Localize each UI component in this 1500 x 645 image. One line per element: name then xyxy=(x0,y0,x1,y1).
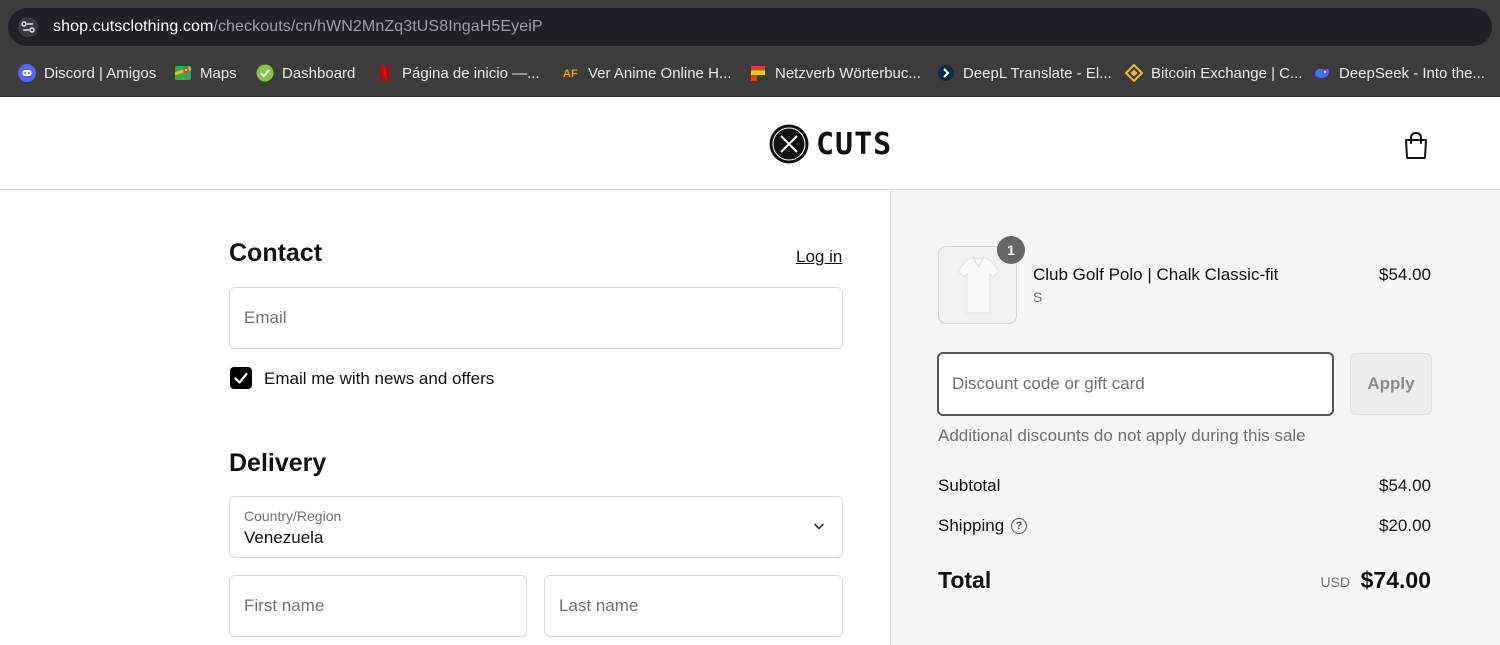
bookmark-dashboard[interactable]: Dashboard xyxy=(256,62,355,84)
quantity-badge: 1 xyxy=(997,236,1025,264)
discount-input[interactable] xyxy=(939,354,1332,414)
deepseek-icon xyxy=(1315,68,1329,79)
bookmark-label: Dashboard xyxy=(282,64,356,82)
login-link[interactable]: Log in xyxy=(796,247,842,267)
total-label: Total xyxy=(938,567,992,593)
cart-button[interactable] xyxy=(1402,130,1430,160)
chevron-down-icon xyxy=(813,523,825,530)
email-input[interactable] xyxy=(230,288,842,348)
bookmark-label: Discord | Amigos xyxy=(44,64,157,82)
url-host: shop.cutsclothing.com xyxy=(53,18,214,35)
delivery-heading: Delivery xyxy=(229,449,327,477)
binance-icon xyxy=(1125,64,1143,82)
discount-field[interactable] xyxy=(937,352,1334,416)
subtotal-label: Subtotal xyxy=(938,476,1001,495)
shipping-label: Shipping xyxy=(938,516,1005,535)
country-label: Country/Region xyxy=(244,508,342,524)
email-field[interactable] xyxy=(229,287,843,349)
netzverb-flag-icon xyxy=(751,66,765,81)
cuts-logo-icon xyxy=(769,124,809,164)
bookmark-deepl[interactable]: DeepL Translate - El... xyxy=(937,62,1112,84)
brand-name: CUTS xyxy=(816,126,893,162)
total-currency: USD xyxy=(1320,574,1350,590)
browser-toolbar: shop.cutsclothing.com/checkouts/cn/hWN2M… xyxy=(0,0,1500,50)
bookmark-label: Ver Anime Online H... xyxy=(588,64,732,82)
address-bar[interactable]: shop.cutsclothing.com/checkouts/cn/hWN2M… xyxy=(8,8,1492,46)
country-value: Venezuela xyxy=(244,528,324,547)
last-name-field[interactable] xyxy=(544,575,843,637)
netflix-icon xyxy=(380,65,390,81)
animeflv-icon: AF xyxy=(563,68,578,80)
bookmark-label: Bitcoin Exchange | C... xyxy=(1151,64,1303,82)
apply-button[interactable]: Apply xyxy=(1350,353,1432,415)
bookmark-animeflv[interactable]: AF Ver Anime Online H... xyxy=(562,62,731,84)
bookmark-netzverb[interactable]: Netzverb Wörterbuc... xyxy=(749,62,921,84)
maps-icon xyxy=(174,66,192,80)
dashboard-icon xyxy=(256,64,274,82)
product-price: $54.00 xyxy=(1379,265,1431,284)
url-text[interactable]: shop.cutsclothing.com/checkouts/cn/hWN2M… xyxy=(53,18,543,36)
site-settings-icon[interactable] xyxy=(18,17,38,37)
bookmark-label: Netzverb Wörterbuc... xyxy=(775,64,921,82)
product-name: Club Golf Polo | Chalk Classic-fit xyxy=(1033,265,1279,284)
bookmark-netflix[interactable]: Página de inicio —... xyxy=(376,62,540,84)
contact-heading: Contact xyxy=(229,239,323,267)
bookmark-label: DeepSeek - Into the... xyxy=(1339,64,1485,82)
question-mark-icon[interactable]: ? xyxy=(1011,518,1027,534)
total-value: $74.00 xyxy=(1360,567,1431,593)
store-logo[interactable]: CUTS xyxy=(768,123,892,165)
checkmark-icon xyxy=(234,372,248,384)
product-variant: S xyxy=(1033,289,1043,305)
discount-note: Additional discounts do not apply during… xyxy=(938,426,1306,445)
subtotal-value: $54.00 xyxy=(1379,476,1431,495)
bookmark-deepseek[interactable]: DeepSeek - Into the... xyxy=(1313,62,1485,84)
bookmark-maps[interactable]: Maps xyxy=(174,62,237,84)
order-summary: 1 Club Golf Polo | Chalk Classic-fit S $… xyxy=(890,191,1500,645)
bookmarks-bar: Discord | Amigos Maps Dashboard Página d… xyxy=(0,50,1500,97)
bookmark-discord[interactable]: Discord | Amigos xyxy=(18,62,156,84)
news-checkbox[interactable] xyxy=(230,367,252,389)
svg-text:AF: AF xyxy=(563,68,578,80)
discord-icon xyxy=(18,64,36,82)
last-name-input[interactable] xyxy=(545,576,842,636)
bookmark-binance[interactable]: Bitcoin Exchange | C... xyxy=(1125,62,1302,84)
deepl-icon xyxy=(938,65,954,81)
news-checkbox-label[interactable]: Email me with news and offers xyxy=(264,369,494,389)
bookmark-label: Maps xyxy=(200,64,237,82)
bookmark-label: DeepL Translate - El... xyxy=(963,64,1112,82)
url-path: /checkouts/cn/hWN2MnZq3tUS8IngaH5EyeiP xyxy=(213,18,543,35)
country-select[interactable]: Country/Region Venezuela xyxy=(229,496,843,558)
first-name-input[interactable] xyxy=(230,576,526,636)
store-header: CUTS xyxy=(0,98,1500,190)
first-name-field[interactable] xyxy=(229,575,527,637)
shopping-bag-icon xyxy=(1405,131,1427,159)
bookmark-label: Página de inicio —... xyxy=(402,64,540,82)
checkout-form: Contact Log in Email me with news and of… xyxy=(0,191,890,645)
shipping-value: $20.00 xyxy=(1379,516,1431,535)
